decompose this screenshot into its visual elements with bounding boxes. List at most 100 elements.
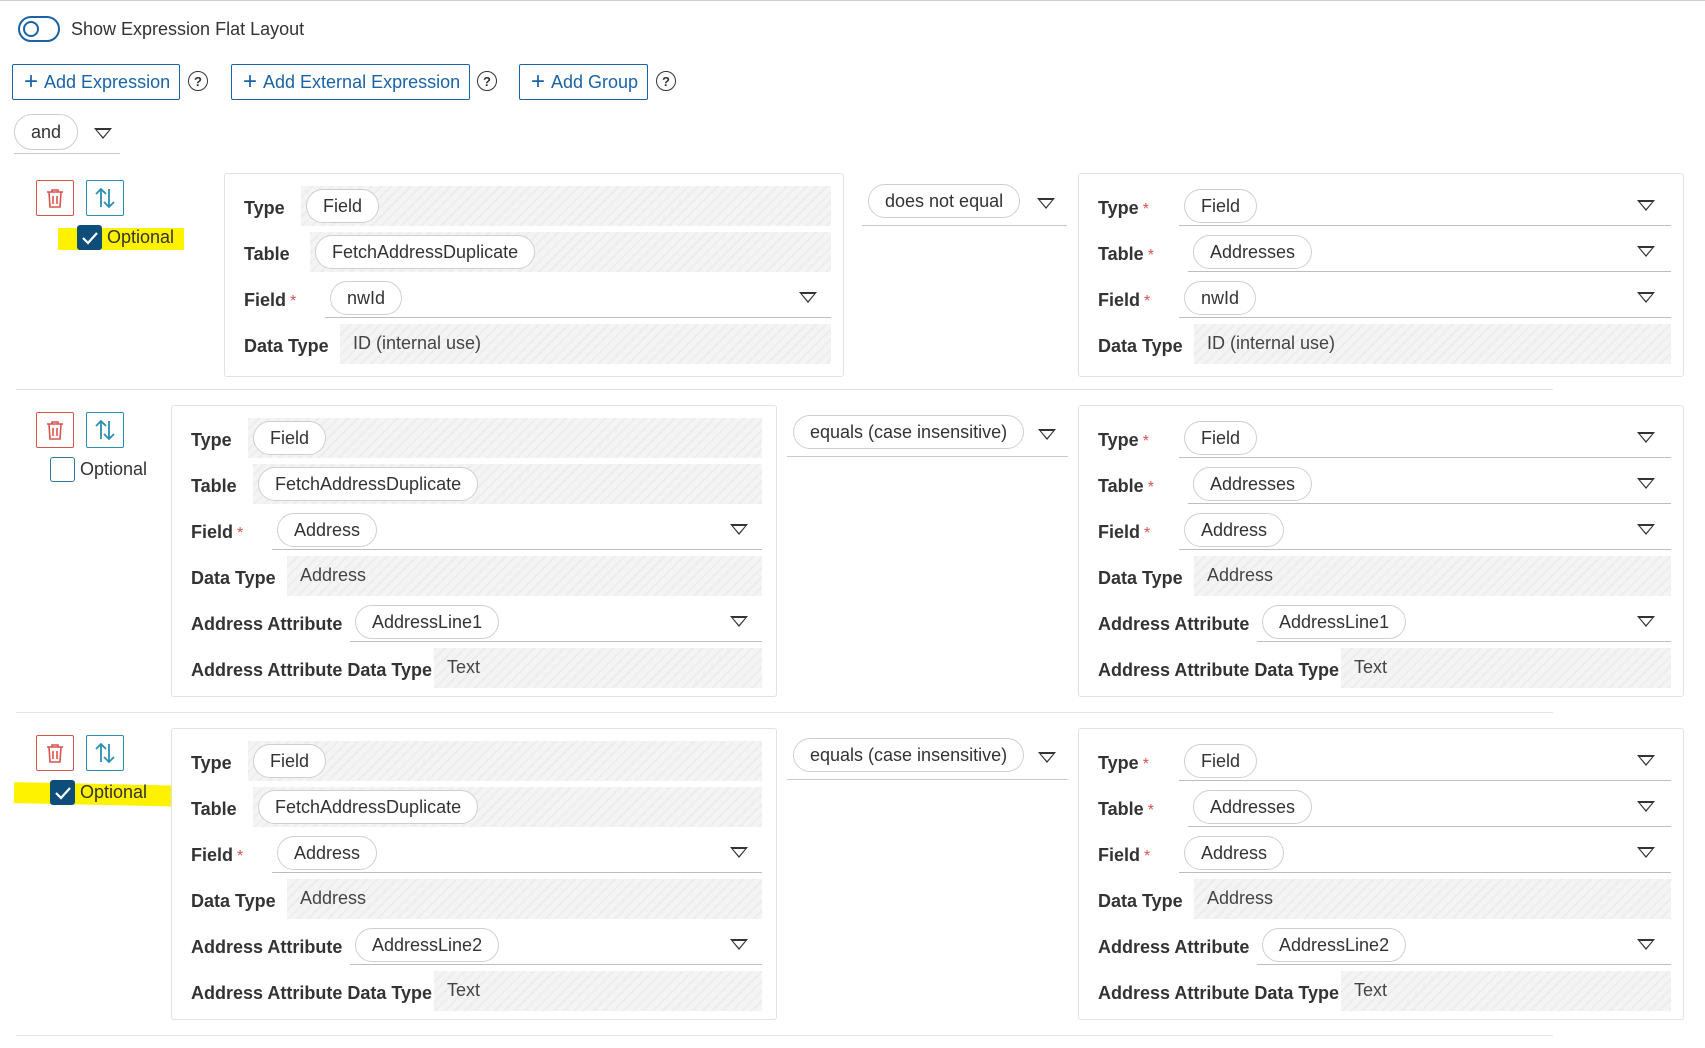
- table-label: Table *: [1098, 476, 1154, 496]
- data-type-label: Data Type: [1098, 336, 1183, 356]
- field-chip: Address: [1184, 836, 1285, 870]
- operator-select[interactable]: equals (case insensitive): [787, 738, 1068, 780]
- chevron-down-icon: [1637, 478, 1655, 489]
- chevron-down-icon: [1038, 752, 1056, 763]
- delete-button[interactable]: [36, 180, 74, 216]
- address-attribute-data-type-row: Address Attribute Data Type Text: [172, 971, 776, 1015]
- type-select[interactable]: Field: [1179, 741, 1671, 781]
- checkbox-checked[interactable]: [50, 780, 75, 805]
- chevron-down-icon: [1637, 847, 1655, 858]
- help-icon[interactable]: ?: [188, 71, 208, 91]
- flat-layout-label: Show Expression Flat Layout: [71, 18, 305, 39]
- data-type-row: Data Type Address: [1079, 879, 1683, 923]
- required-icon: *: [1144, 848, 1151, 865]
- help-icon[interactable]: ?: [477, 71, 497, 91]
- data-type-text: Address: [300, 888, 367, 908]
- address-attribute-data-type-label: Address Attribute Data Type: [191, 983, 433, 1003]
- address-attribute-select[interactable]: AddressLine2: [1257, 925, 1671, 965]
- required-icon: *: [1147, 802, 1154, 819]
- optional-checkbox[interactable]: Optional: [77, 225, 174, 250]
- table-select[interactable]: Addresses: [1188, 464, 1671, 504]
- field-select[interactable]: Address: [272, 833, 762, 873]
- optional-label: Optional: [107, 227, 175, 247]
- table-value: FetchAddressDuplicate: [253, 464, 762, 504]
- type-chip: Field: [1184, 421, 1258, 455]
- required-icon: *: [1142, 756, 1149, 773]
- address-attribute-select[interactable]: AddressLine1: [350, 602, 762, 642]
- row-divider: [16, 389, 1553, 390]
- trash-icon: [47, 421, 63, 440]
- operator-select[interactable]: equals (case insensitive): [787, 415, 1068, 457]
- add-external-expression-label: Add External Expression: [263, 71, 461, 92]
- address-attribute-select[interactable]: AddressLine1: [1257, 602, 1671, 642]
- add-group-button[interactable]: + Add Group: [519, 64, 649, 100]
- data-type-value: Address: [1194, 879, 1671, 919]
- trash-icon: [47, 744, 63, 763]
- chevron-down-icon: [1637, 616, 1655, 627]
- checkbox-unchecked[interactable]: [50, 457, 75, 482]
- type-row: Type * Field: [1079, 741, 1683, 785]
- optional-checkbox[interactable]: Optional: [50, 457, 147, 482]
- optional-label: Optional: [80, 459, 148, 479]
- left-operand-card: Type Field Table FetchAddressDuplicate F…: [171, 405, 777, 697]
- chevron-down-icon: [1637, 246, 1655, 257]
- delete-button[interactable]: [36, 735, 74, 771]
- checkbox-checked[interactable]: [77, 225, 102, 250]
- field-label: Field *: [191, 522, 244, 542]
- table-label: Table *: [1098, 244, 1154, 264]
- address-attribute-chip: AddressLine1: [355, 605, 500, 639]
- add-external-expression-button[interactable]: + Add External Expression: [231, 64, 471, 100]
- type-select[interactable]: Field: [1179, 418, 1671, 458]
- data-type-text: Address: [1207, 888, 1274, 908]
- swap-sides-button[interactable]: [86, 180, 124, 216]
- data-type-label: Data Type: [1098, 891, 1183, 911]
- trash-icon: [47, 189, 63, 208]
- delete-button[interactable]: [36, 412, 74, 448]
- field-chip: Address: [1184, 513, 1285, 547]
- data-type-value: ID (internal use): [340, 324, 831, 364]
- type-row: Type Field: [225, 186, 843, 230]
- row-divider: [16, 712, 1553, 713]
- chevron-down-icon: [799, 292, 817, 303]
- operator-value: equals (case insensitive): [793, 738, 1025, 772]
- field-row: Field * Address: [172, 510, 776, 554]
- table-label: Table: [191, 799, 237, 819]
- data-type-text: Address: [300, 565, 367, 585]
- table-select[interactable]: Addresses: [1188, 787, 1671, 827]
- chevron-down-icon: [730, 847, 748, 858]
- logic-operator-value: and: [14, 114, 78, 150]
- field-select[interactable]: Address: [1179, 833, 1671, 873]
- plus-icon: +: [243, 68, 258, 95]
- address-attribute-row: Address Attribute AddressLine1: [1079, 602, 1683, 646]
- required-icon: *: [1144, 525, 1151, 542]
- add-expression-button[interactable]: + Add Expression: [12, 64, 181, 100]
- field-select[interactable]: Address: [272, 510, 762, 550]
- data-type-row: Data Type ID (internal use): [1079, 324, 1683, 368]
- operator-select[interactable]: does not equal: [862, 184, 1067, 226]
- swap-sides-button[interactable]: [86, 412, 124, 448]
- type-label: Type: [244, 198, 285, 218]
- field-select[interactable]: nwId: [325, 278, 831, 318]
- field-select[interactable]: nwId: [1179, 278, 1671, 318]
- chevron-down-icon: [1637, 432, 1655, 443]
- table-value: FetchAddressDuplicate: [310, 232, 831, 272]
- left-operand-card: Type Field Table FetchAddressDuplicate F…: [171, 728, 777, 1020]
- type-label: Type: [191, 430, 232, 450]
- flat-layout-toggle[interactable]: [18, 16, 60, 42]
- logic-operator-select[interactable]: and: [14, 114, 120, 154]
- type-select[interactable]: Field: [1179, 186, 1671, 226]
- swap-sides-button[interactable]: [86, 735, 124, 771]
- address-attribute-chip: AddressLine2: [1262, 928, 1407, 962]
- right-operand-card: Type * Field Table * Addresses Field * Addr…: [1078, 405, 1684, 697]
- type-label: Type: [191, 753, 232, 773]
- help-icon[interactable]: ?: [656, 71, 676, 91]
- table-select[interactable]: Addresses: [1188, 232, 1671, 272]
- table-row: Table * Addresses: [1079, 232, 1683, 276]
- operator-value: does not equal: [868, 184, 1021, 218]
- address-attribute-select[interactable]: AddressLine2: [350, 925, 762, 965]
- address-attribute-label: Address Attribute: [191, 614, 343, 634]
- field-select[interactable]: Address: [1179, 510, 1671, 550]
- address-attribute-label: Address Attribute: [1098, 937, 1250, 957]
- optional-checkbox[interactable]: Optional: [50, 780, 147, 805]
- type-row: Type * Field: [1079, 186, 1683, 230]
